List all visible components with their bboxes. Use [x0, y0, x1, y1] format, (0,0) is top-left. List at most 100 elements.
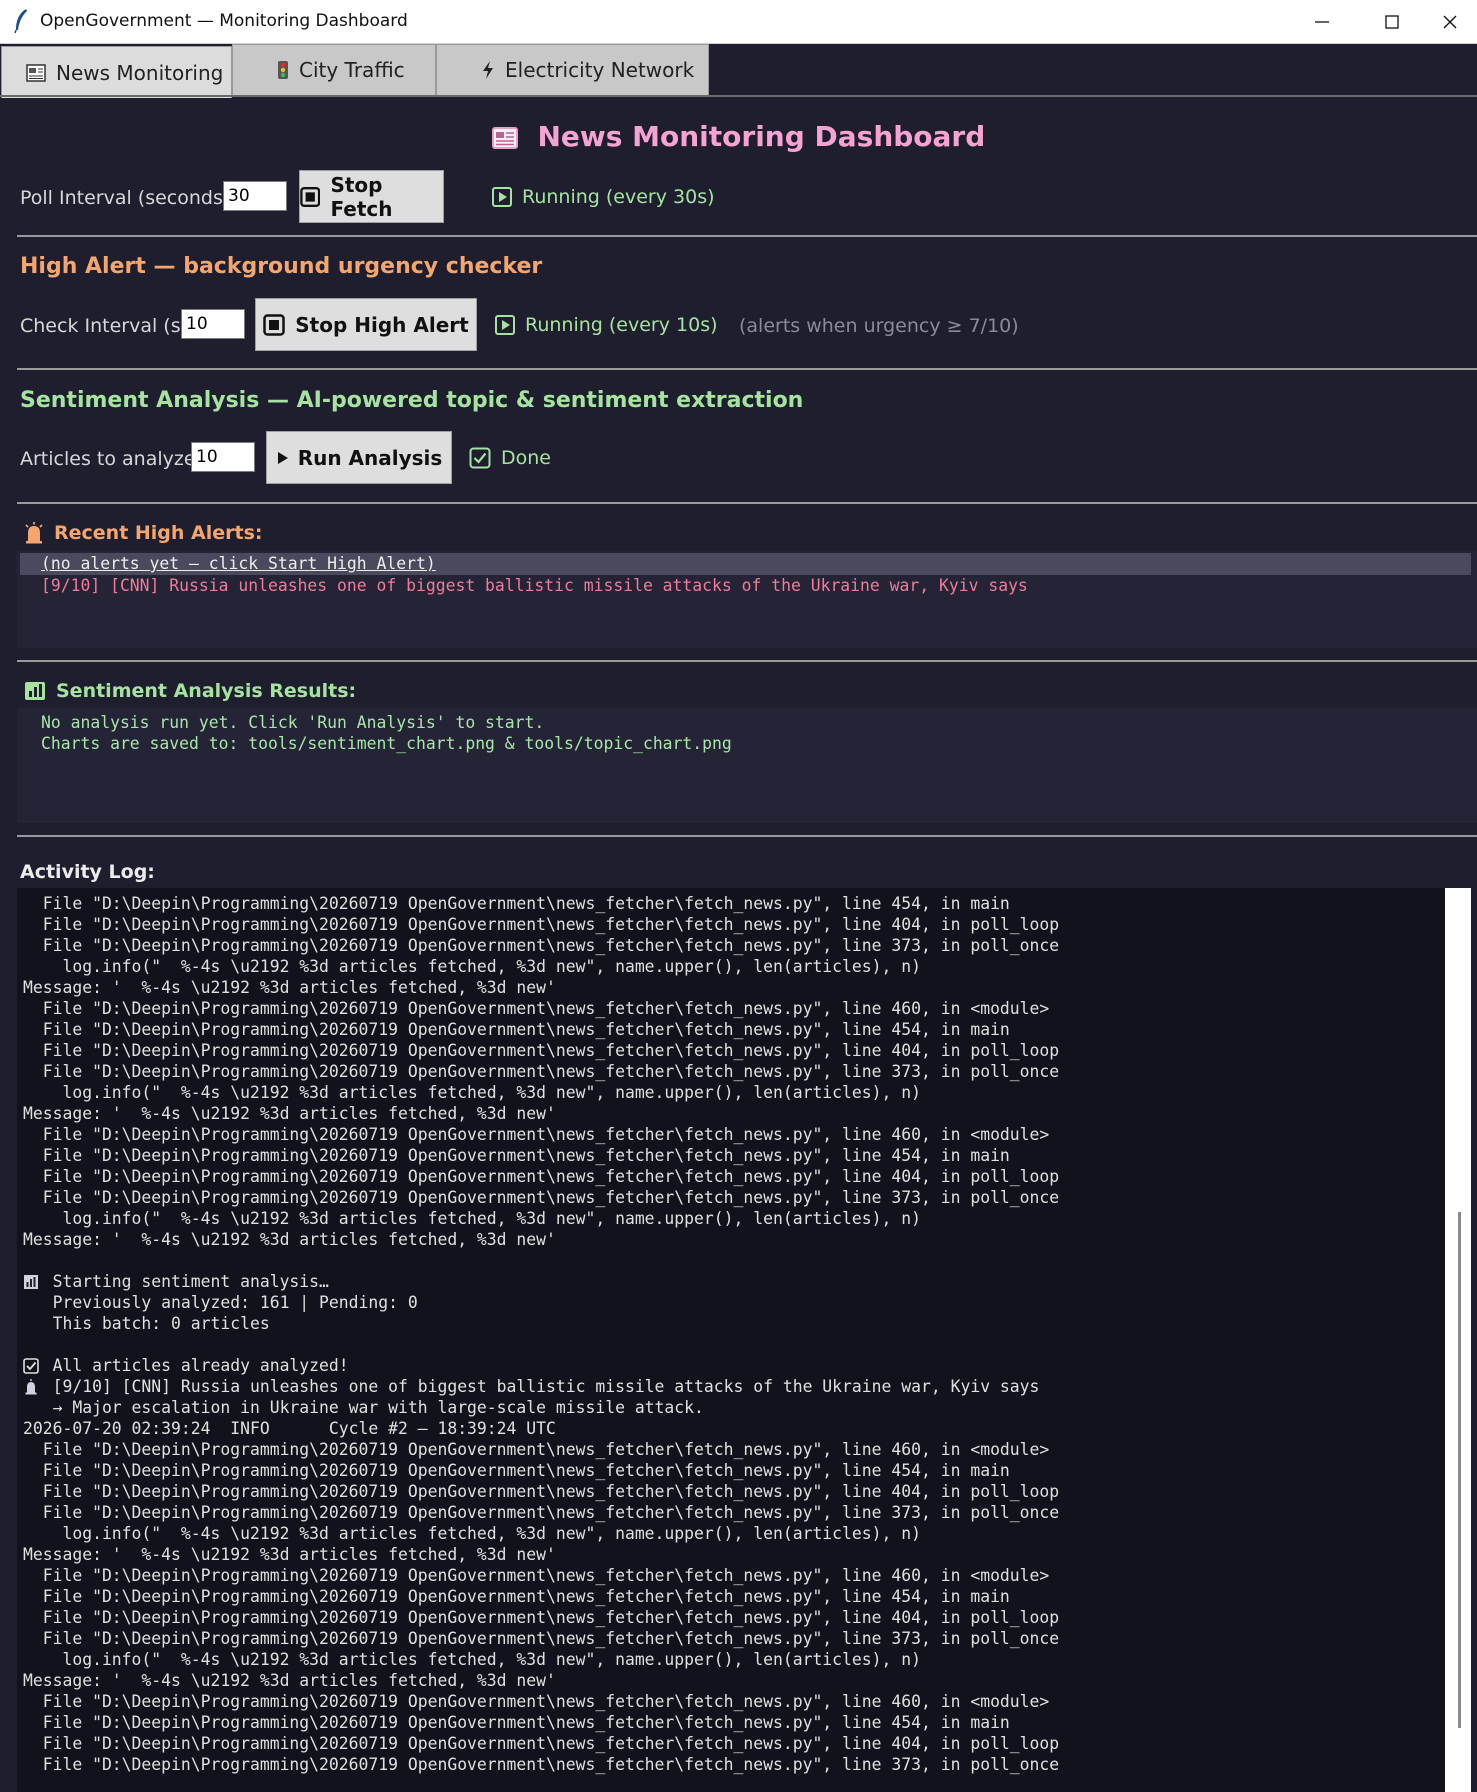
high-alert-title: High Alert — background urgency checker [20, 254, 543, 279]
poll-interval-label: Poll Interval (seconds): [20, 187, 237, 209]
log-line: 2026-07-20 02:39:24 INFO Cycle #2 — 18:3… [23, 1419, 556, 1438]
window-titlebar: OpenGovernment — Monitoring Dashboard [0, 0, 1477, 44]
log-line: File "D:\Deepin\Programming\20260719 Ope… [23, 999, 1050, 1018]
run-analysis-button[interactable]: Run Analysis [266, 431, 452, 484]
poll-interval-input[interactable] [223, 181, 287, 211]
tab-label: City Traffic [299, 58, 405, 82]
page-title: News Monitoring Dashboard [0, 120, 1477, 153]
results-line: No analysis run yet. Click 'Run Analysis… [41, 713, 545, 732]
alarm-icon [25, 522, 43, 544]
log-line: File "D:\Deepin\Programming\20260719 Ope… [23, 1188, 1060, 1207]
fetch-status-text: Running (every 30s) [522, 186, 715, 208]
lightning-icon [483, 61, 493, 79]
log-line: File "D:\Deepin\Programming\20260719 Ope… [23, 936, 1060, 955]
log-line: All articles already analyzed! [23, 1356, 349, 1375]
recent-alerts-title: Recent High Alerts: [54, 522, 263, 544]
results-line: Charts are saved to: tools/sentiment_cha… [41, 734, 732, 753]
log-line: File "D:\Deepin\Programming\20260719 Ope… [23, 1440, 1050, 1459]
chart-icon [25, 682, 45, 700]
list-item[interactable]: (no alerts yet — click Start High Alert) [41, 554, 436, 573]
log-line: File "D:\Deepin\Programming\20260719 Ope… [23, 1020, 1010, 1039]
log-line: → Major escalation in Ukraine war with l… [23, 1398, 704, 1417]
activity-log-title: Activity Log: [20, 861, 155, 883]
log-line: File "D:\Deepin\Programming\20260719 Ope… [23, 1629, 1060, 1648]
alarm-icon [25, 1379, 37, 1395]
close-icon [1443, 15, 1456, 29]
tab-city-traffic[interactable]: City Traffic [232, 44, 436, 96]
play-icon [277, 451, 288, 464]
check-interval-label: Check Interval (s): [20, 315, 195, 337]
tab-label: Electricity Network [505, 58, 695, 82]
newspaper-icon [26, 63, 46, 82]
log-line: Message: ' %-4s \u2192 %3d articles fetc… [23, 1230, 556, 1249]
log-line: Message: ' %-4s \u2192 %3d articles fetc… [23, 1104, 556, 1123]
log-line: File "D:\Deepin\Programming\20260719 Ope… [23, 1692, 1050, 1711]
maximize-icon [1385, 15, 1399, 29]
log-line: File "D:\Deepin\Programming\20260719 Ope… [23, 1587, 1010, 1606]
log-line: File "D:\Deepin\Programming\20260719 Ope… [23, 1041, 1060, 1060]
feather-icon [14, 9, 27, 34]
page-title-text: News Monitoring Dashboard [537, 120, 986, 153]
log-line: File "D:\Deepin\Programming\20260719 Ope… [23, 1062, 1060, 1081]
log-line: log.info(" %-4s \u2192 %3d articles fetc… [23, 1209, 921, 1228]
log-line: File "D:\Deepin\Programming\20260719 Ope… [23, 894, 1010, 913]
checkbox-icon [23, 1358, 39, 1374]
log-line: log.info(" %-4s \u2192 %3d articles fetc… [23, 957, 921, 976]
log-line: Previously analyzed: 161 | Pending: 0 [23, 1293, 418, 1312]
articles-to-analyze-input[interactable] [191, 442, 255, 472]
chart-icon [24, 1275, 38, 1289]
list-item[interactable]: [9/10] [CNN] Russia unleashes one of big… [41, 576, 1028, 595]
tab-electricity-network[interactable]: Electricity Network [436, 44, 709, 96]
results-header: Sentiment Analysis Results: [24, 680, 356, 702]
log-line: File "D:\Deepin\Programming\20260719 Ope… [23, 1482, 1060, 1501]
log-line: Message: ' %-4s \u2192 %3d articles fetc… [23, 1545, 556, 1564]
tab-news-monitoring[interactable]: News Monitoring [1, 46, 232, 98]
log-line: Starting sentiment analysis… [23, 1272, 329, 1291]
section-divider [17, 502, 1477, 504]
log-line: File "D:\Deepin\Programming\20260719 Ope… [23, 1125, 1050, 1144]
log-line: log.info(" %-4s \u2192 %3d articles fetc… [23, 1650, 921, 1669]
sentiment-status-text: Done [501, 447, 551, 469]
play-icon [495, 315, 515, 335]
log-line: File "D:\Deepin\Programming\20260719 Ope… [23, 1167, 1060, 1186]
log-line: File "D:\Deepin\Programming\20260719 Ope… [23, 1734, 1060, 1753]
log-scrollbar-thumb[interactable] [1458, 1212, 1461, 1728]
log-line: File "D:\Deepin\Programming\20260719 Ope… [23, 1608, 1060, 1627]
section-divider [17, 835, 1477, 837]
sentiment-title: Sentiment Analysis — AI-powered topic & … [20, 388, 804, 413]
run-analysis-label: Run Analysis [297, 445, 443, 470]
traffic-light-icon [278, 61, 288, 79]
log-line: This batch: 0 articles [23, 1314, 270, 1333]
high-alert-status-text: Running (every 10s) [525, 314, 718, 336]
stop-high-alert-button[interactable]: Stop High Alert [255, 298, 477, 351]
log-line: log.info(" %-4s \u2192 %3d articles fetc… [23, 1083, 921, 1102]
section-divider [17, 368, 1477, 370]
log-line: Message: ' %-4s \u2192 %3d articles fetc… [23, 1671, 556, 1690]
checkbox-icon [469, 447, 491, 469]
tab-strip: News Monitoring City Traffic Electricity… [0, 44, 1477, 98]
section-divider [17, 235, 1477, 237]
maximize-button[interactable] [1357, 0, 1427, 44]
activity-log[interactable]: File "D:\Deepin\Programming\20260719 Ope… [17, 888, 1445, 1792]
section-divider [17, 660, 1477, 662]
close-button[interactable] [1422, 0, 1477, 44]
recent-alerts-header: Recent High Alerts: [24, 522, 263, 544]
tab-divider [0, 95, 1477, 97]
stop-high-alert-label: Stop High Alert [295, 312, 469, 337]
high-alert-status: Running (every 10s) [495, 314, 718, 336]
stop-icon [300, 186, 321, 207]
play-icon [492, 187, 512, 207]
log-line: log.info(" %-4s \u2192 %3d articles fetc… [23, 1524, 921, 1543]
stop-icon [263, 313, 286, 336]
log-line: [9/10] [CNN] Russia unleashes one of big… [23, 1377, 1040, 1396]
articles-to-analyze-label: Articles to analyze: [20, 448, 202, 470]
log-line: File "D:\Deepin\Programming\20260719 Ope… [23, 1713, 1010, 1732]
log-line: File "D:\Deepin\Programming\20260719 Ope… [23, 915, 1060, 934]
log-line: File "D:\Deepin\Programming\20260719 Ope… [23, 1566, 1050, 1585]
log-line: File "D:\Deepin\Programming\20260719 Ope… [23, 1461, 1010, 1480]
check-interval-input[interactable] [181, 309, 245, 339]
log-line: File "D:\Deepin\Programming\20260719 Ope… [23, 1755, 1060, 1774]
window-title: OpenGovernment — Monitoring Dashboard [40, 11, 408, 31]
minimize-button[interactable] [1287, 0, 1357, 44]
stop-fetch-button[interactable]: Stop Fetch [299, 170, 444, 223]
